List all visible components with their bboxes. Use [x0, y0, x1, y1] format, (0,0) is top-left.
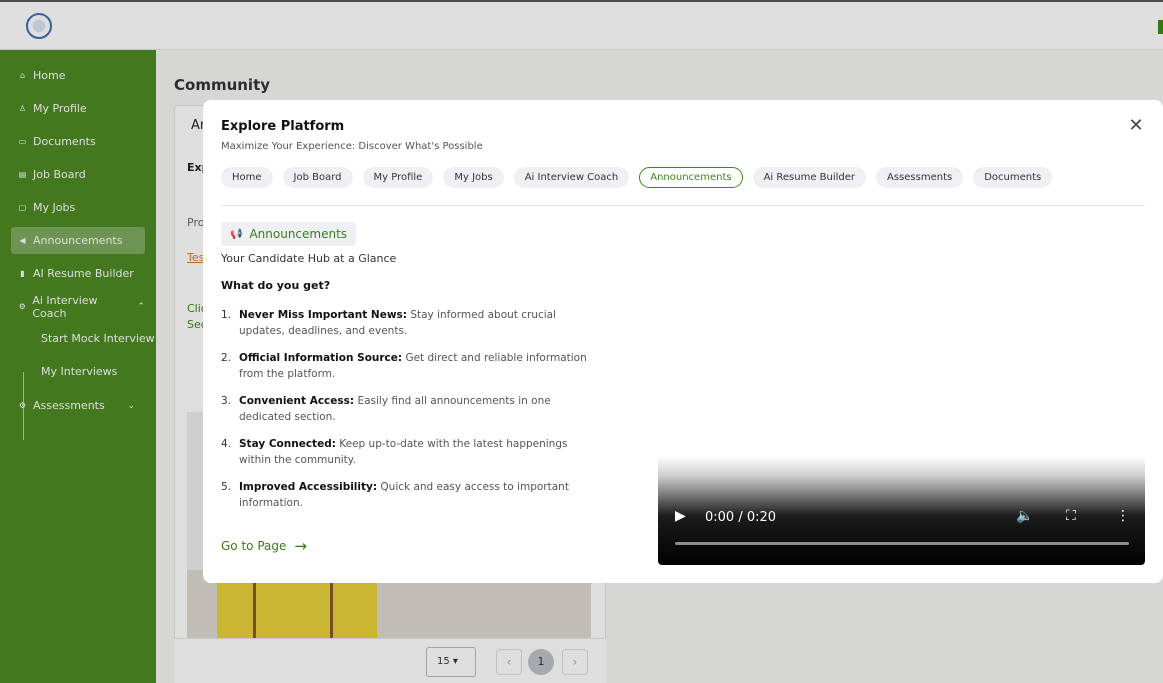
section-badge: 📢 Announcements — [221, 222, 357, 246]
tab-announcements[interactable]: Announcements — [639, 167, 743, 188]
play-icon[interactable]: ▶ — [675, 508, 686, 524]
tab-home[interactable]: Home — [221, 167, 273, 188]
list-item: 1. Never Miss Important News: Stay infor… — [221, 308, 601, 339]
more-options-icon[interactable]: ⋮ — [1116, 508, 1130, 524]
section-tagline: Your Candidate Hub at a Glance — [221, 252, 397, 265]
go-to-page-link[interactable]: Go to Page → — [221, 537, 307, 555]
list-number: 1. — [221, 309, 232, 321]
benefits-list: 1. Never Miss Important News: Stay infor… — [221, 308, 601, 523]
tab-my-profile[interactable]: My Profile — [362, 167, 434, 188]
list-item: 3. Convenient Access: Easily find all an… — [221, 394, 601, 425]
close-button[interactable]: ✕ — [1127, 117, 1145, 135]
modal-subtitle: Maximize Your Experience: Discover What'… — [221, 141, 483, 152]
tab-my-jobs[interactable]: My Jobs — [443, 167, 504, 188]
video-progress-bar[interactable] — [675, 542, 1129, 545]
tab-ai-resume-builder[interactable]: Ai Resume Builder — [752, 167, 867, 188]
explore-platform-modal: Explore Platform Maximize Your Experienc… — [203, 100, 1163, 583]
list-item-title: Improved Accessibility: — [239, 481, 378, 493]
tab-assessments[interactable]: Assessments — [876, 167, 964, 188]
list-item-title: Official Information Source: — [239, 352, 403, 364]
list-text: Stay Connected: Keep up-to-date with the… — [239, 437, 601, 468]
tab-ai-interview-coach[interactable]: Ai Interview Coach — [513, 167, 630, 188]
divider — [221, 205, 1145, 206]
modal-tabs: Home Job Board My Profile My Jobs Ai Int… — [221, 167, 1053, 188]
section-badge-label: Announcements — [249, 227, 348, 241]
list-number: 2. — [221, 352, 232, 364]
close-icon: ✕ — [1128, 115, 1144, 136]
benefits-heading: What do you get? — [221, 279, 331, 292]
list-item: 5. Improved Accessibility: Quick and eas… — [221, 480, 601, 511]
list-item-title: Never Miss Important News: — [239, 309, 407, 321]
video-player[interactable]: ▶ 0:00 / 0:20 🔈 ⛶ ⋮ — [658, 456, 1145, 565]
tab-documents[interactable]: Documents — [973, 167, 1053, 188]
go-to-page-label: Go to Page — [221, 539, 287, 553]
video-time: 0:00 / 0:20 — [705, 510, 777, 525]
list-text: Convenient Access: Easily find all annou… — [239, 394, 601, 425]
list-item: 2. Official Information Source: Get dire… — [221, 351, 601, 382]
arrow-right-icon: → — [294, 537, 307, 555]
list-text: Official Information Source: Get direct … — [239, 351, 601, 382]
list-item-title: Convenient Access: — [239, 395, 355, 407]
list-number: 5. — [221, 481, 232, 493]
megaphone-icon: 📢 — [230, 228, 243, 240]
list-item: 4. Stay Connected: Keep up-to-date with … — [221, 437, 601, 468]
modal-title: Explore Platform — [221, 119, 345, 134]
list-item-title: Stay Connected: — [239, 438, 336, 450]
fullscreen-icon[interactable]: ⛶ — [1066, 508, 1076, 524]
list-number: 3. — [221, 395, 232, 407]
tab-job-board[interactable]: Job Board — [282, 167, 353, 188]
list-text: Never Miss Important News: Stay informed… — [239, 308, 601, 339]
list-text: Improved Accessibility: Quick and easy a… — [239, 480, 601, 511]
volume-icon[interactable]: 🔈 — [1016, 508, 1033, 524]
list-number: 4. — [221, 438, 232, 450]
